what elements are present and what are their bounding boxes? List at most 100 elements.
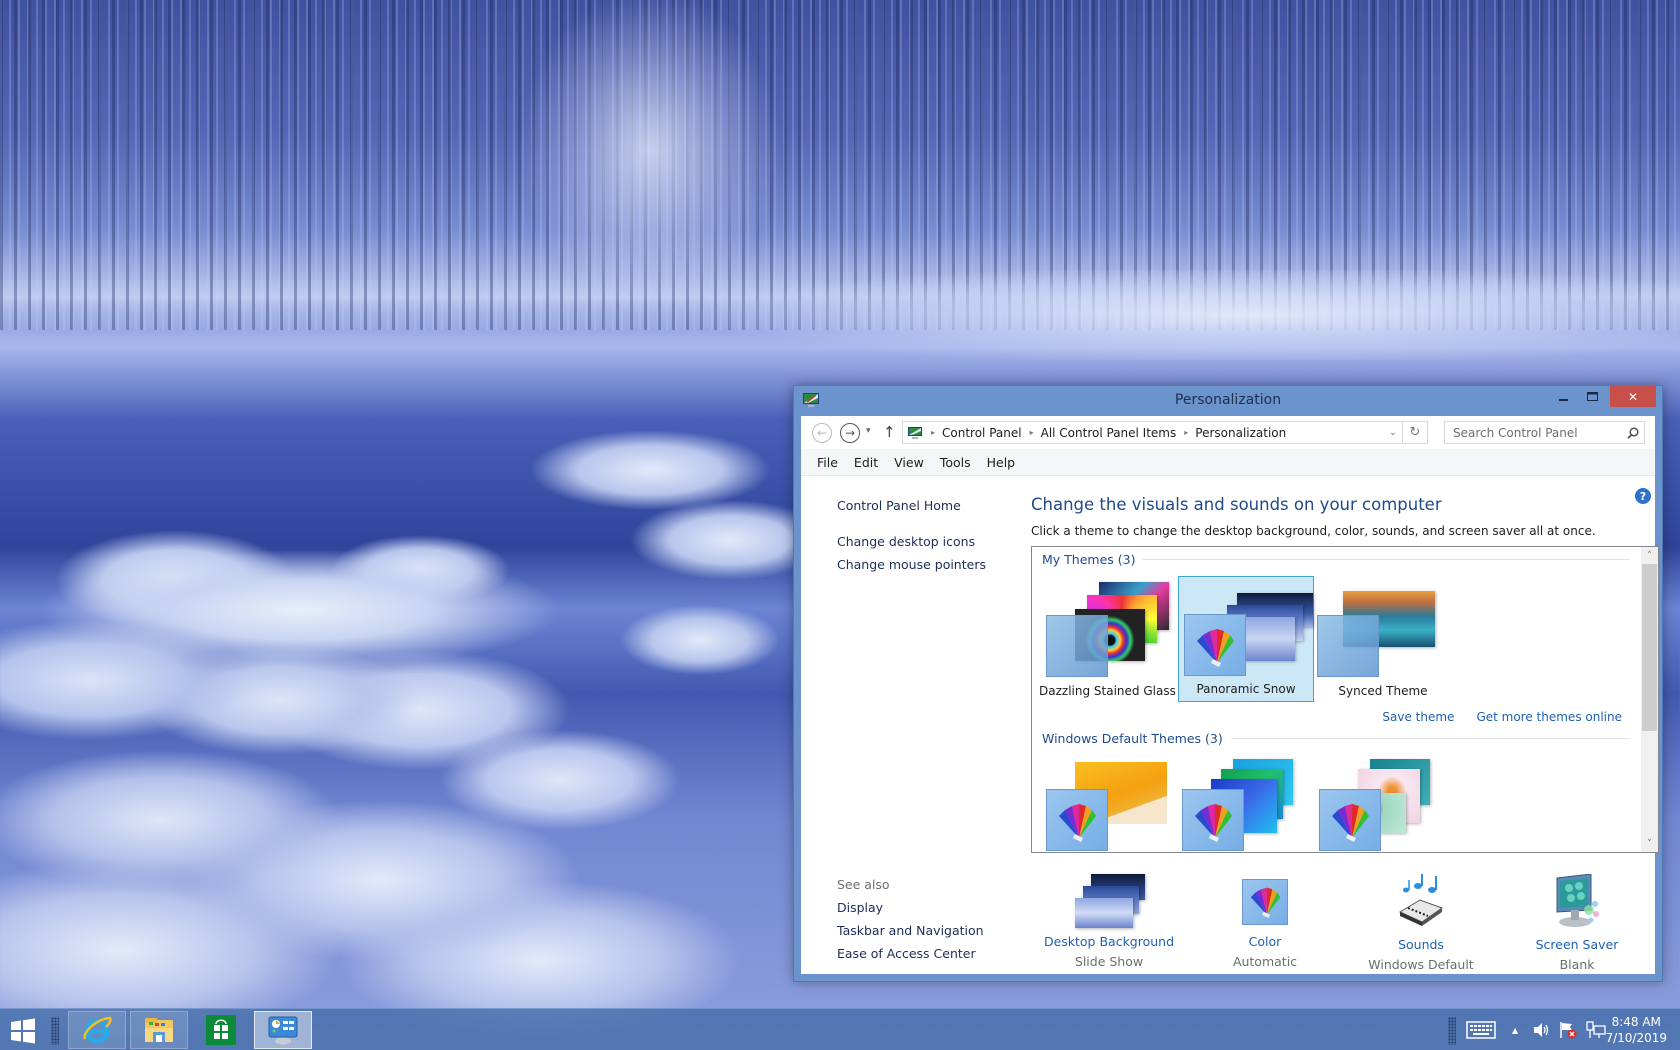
display-link[interactable]: Display — [837, 900, 883, 915]
color-fan-icon — [1332, 804, 1369, 842]
search-box[interactable] — [1444, 421, 1645, 444]
refresh-icon: ↻ — [1409, 425, 1421, 440]
menu-file[interactable]: File — [809, 455, 846, 470]
breadcrumb-all-items[interactable]: All Control Panel Items — [1041, 426, 1177, 440]
title-bar[interactable]: Personalization ✕ — [794, 386, 1662, 416]
group-divider — [1230, 738, 1630, 739]
scroll-up-button[interactable]: ˄ — [1641, 547, 1658, 564]
theme-list-scrollbar[interactable]: ˄ ˅ — [1641, 547, 1658, 852]
volume-icon[interactable] — [1532, 1022, 1550, 1038]
get-more-themes-link[interactable]: Get more themes online — [1476, 710, 1622, 724]
address-bar[interactable]: ▸ Control Panel ▸ All Control Panel Item… — [902, 421, 1428, 444]
color-fan-icon — [1197, 629, 1234, 667]
touch-keyboard-icon[interactable] — [1466, 1021, 1496, 1039]
color-swatch — [1317, 615, 1379, 677]
taskbar-grip[interactable] — [51, 1017, 59, 1045]
network-icon[interactable] — [1586, 1021, 1606, 1039]
theme-windows-blue[interactable] — [1175, 757, 1311, 852]
tray-grip[interactable] — [1448, 1017, 1456, 1045]
file-explorer-icon — [145, 1018, 173, 1042]
theme-dazzling-stained-glass[interactable]: Dazzling Stained Glass — [1039, 577, 1176, 703]
control-panel-icon — [268, 1016, 298, 1045]
theme-preview — [1175, 757, 1311, 852]
theme-list[interactable]: My Themes (3) Dazzling Stained Glass Pan… — [1031, 546, 1659, 853]
page-heading: Change the visuals and sounds on your co… — [1031, 495, 1442, 514]
taskbar-store[interactable] — [192, 1011, 250, 1049]
back-arrow-icon: ← — [816, 426, 828, 440]
taskbar-file-explorer[interactable] — [130, 1011, 188, 1049]
forward-arrow-icon: → — [844, 426, 856, 440]
show-hidden-icons-button[interactable]: ▲ — [1512, 1026, 1518, 1035]
system-tray: ▲ — [1466, 1009, 1606, 1050]
color-fan-icon — [1195, 804, 1232, 842]
page-description: Click a theme to change the desktop back… — [1031, 524, 1596, 538]
taskbar-internet-explorer[interactable] — [68, 1011, 126, 1049]
wallpaper-light — [520, 0, 780, 300]
scroll-thumb[interactable] — [1642, 564, 1657, 731]
taskbar-control-panel[interactable] — [254, 1011, 312, 1049]
theme-windows[interactable] — [1039, 757, 1175, 852]
control-panel-home-link[interactable]: Control Panel Home — [837, 498, 961, 513]
navigation-bar: ← → ▾ ↑ ▸ Control Panel ▸ All Control Pa — [801, 416, 1655, 449]
close-button[interactable]: ✕ — [1610, 386, 1656, 407]
change-desktop-icons-link[interactable]: Change desktop icons — [837, 534, 975, 549]
clock[interactable]: 8:48 AM 7/10/2019 — [1605, 1014, 1667, 1046]
theme-actions: Save theme Get more themes online — [1382, 710, 1622, 724]
menu-view[interactable]: View — [886, 455, 932, 470]
breadcrumb-control-panel[interactable]: Control Panel — [942, 426, 1022, 440]
group-divider — [1143, 559, 1630, 560]
color-icon — [1241, 874, 1289, 930]
theme-preview — [1039, 757, 1175, 852]
menu-tools[interactable]: Tools — [932, 455, 979, 470]
sounds-item[interactable]: Sounds Windows Default — [1343, 874, 1499, 972]
save-theme-link[interactable]: Save theme — [1382, 710, 1454, 724]
refresh-button[interactable]: ↻ — [1402, 422, 1427, 443]
breadcrumb-personalization[interactable]: Personalization — [1195, 426, 1286, 440]
theme-preview — [1039, 577, 1175, 677]
window-client: ← → ▾ ↑ ▸ Control Panel ▸ All Control Pa — [801, 416, 1659, 974]
theme-flowers[interactable] — [1312, 757, 1448, 852]
search-input[interactable] — [1453, 425, 1622, 440]
change-mouse-pointers-link[interactable]: Change mouse pointers — [837, 557, 986, 572]
back-button[interactable]: ← — [812, 423, 832, 443]
color-item[interactable]: Color Automatic — [1187, 874, 1343, 969]
desktop-background-item[interactable]: Desktop Background Slide Show — [1031, 874, 1187, 969]
breadcrumb: ▸ Control Panel ▸ All Control Panel Item… — [923, 426, 1286, 440]
taskbar-navigation-link[interactable]: Taskbar and Navigation — [837, 923, 984, 938]
up-button[interactable]: ↑ — [883, 423, 896, 441]
search-icon[interactable] — [1622, 426, 1644, 440]
chevron-up-icon: ˄ — [1647, 550, 1652, 561]
action-center-flag-icon[interactable] — [1558, 1021, 1578, 1039]
ease-of-access-link[interactable]: Ease of Access Center — [837, 946, 976, 961]
taskbar: ▲ 8:48 AM 7/10/2019 — [0, 1008, 1680, 1050]
address-dropdown-button[interactable]: ⌄ — [1385, 422, 1401, 443]
menu-help[interactable]: Help — [979, 455, 1024, 470]
breadcrumb-separator-icon[interactable]: ▸ — [1184, 428, 1188, 437]
see-also-heading: See also — [837, 877, 890, 892]
breadcrumb-separator-icon[interactable]: ▸ — [1030, 428, 1034, 437]
help-icon[interactable]: ? — [1635, 488, 1651, 504]
minimize-icon — [1559, 398, 1568, 401]
clock-date: 7/10/2019 — [1605, 1031, 1667, 1045]
forward-button[interactable]: → — [840, 423, 860, 443]
color-fan-icon — [1059, 804, 1096, 842]
minimize-button[interactable] — [1550, 386, 1578, 407]
theme-preview — [1312, 757, 1448, 852]
recent-locations-dropdown[interactable]: ▾ — [866, 426, 871, 436]
color-value: Automatic — [1232, 954, 1298, 969]
breadcrumb-separator-icon[interactable]: ▸ — [931, 428, 935, 437]
menu-edit[interactable]: Edit — [846, 455, 886, 470]
color-swatch — [1184, 614, 1246, 676]
desktop-background-value: Slide Show — [1074, 954, 1144, 969]
maximize-button[interactable] — [1578, 386, 1606, 407]
wallpaper-snowbank — [600, 270, 1680, 360]
screen-saver-item[interactable]: Screen Saver Blank — [1499, 873, 1655, 972]
windows-start-icon[interactable] — [8, 1018, 38, 1044]
group-header-my-themes: My Themes (3) — [1042, 552, 1630, 567]
scroll-down-button[interactable]: ˅ — [1641, 835, 1658, 852]
theme-panoramic-snow[interactable]: Panoramic Snow — [1178, 576, 1314, 702]
menu-bar: File Edit View Tools Help — [801, 449, 1655, 476]
theme-synced-theme[interactable]: Synced Theme — [1315, 577, 1451, 703]
chevron-down-icon: ⌄ — [1389, 427, 1397, 438]
window-title: Personalization — [1174, 392, 1282, 408]
